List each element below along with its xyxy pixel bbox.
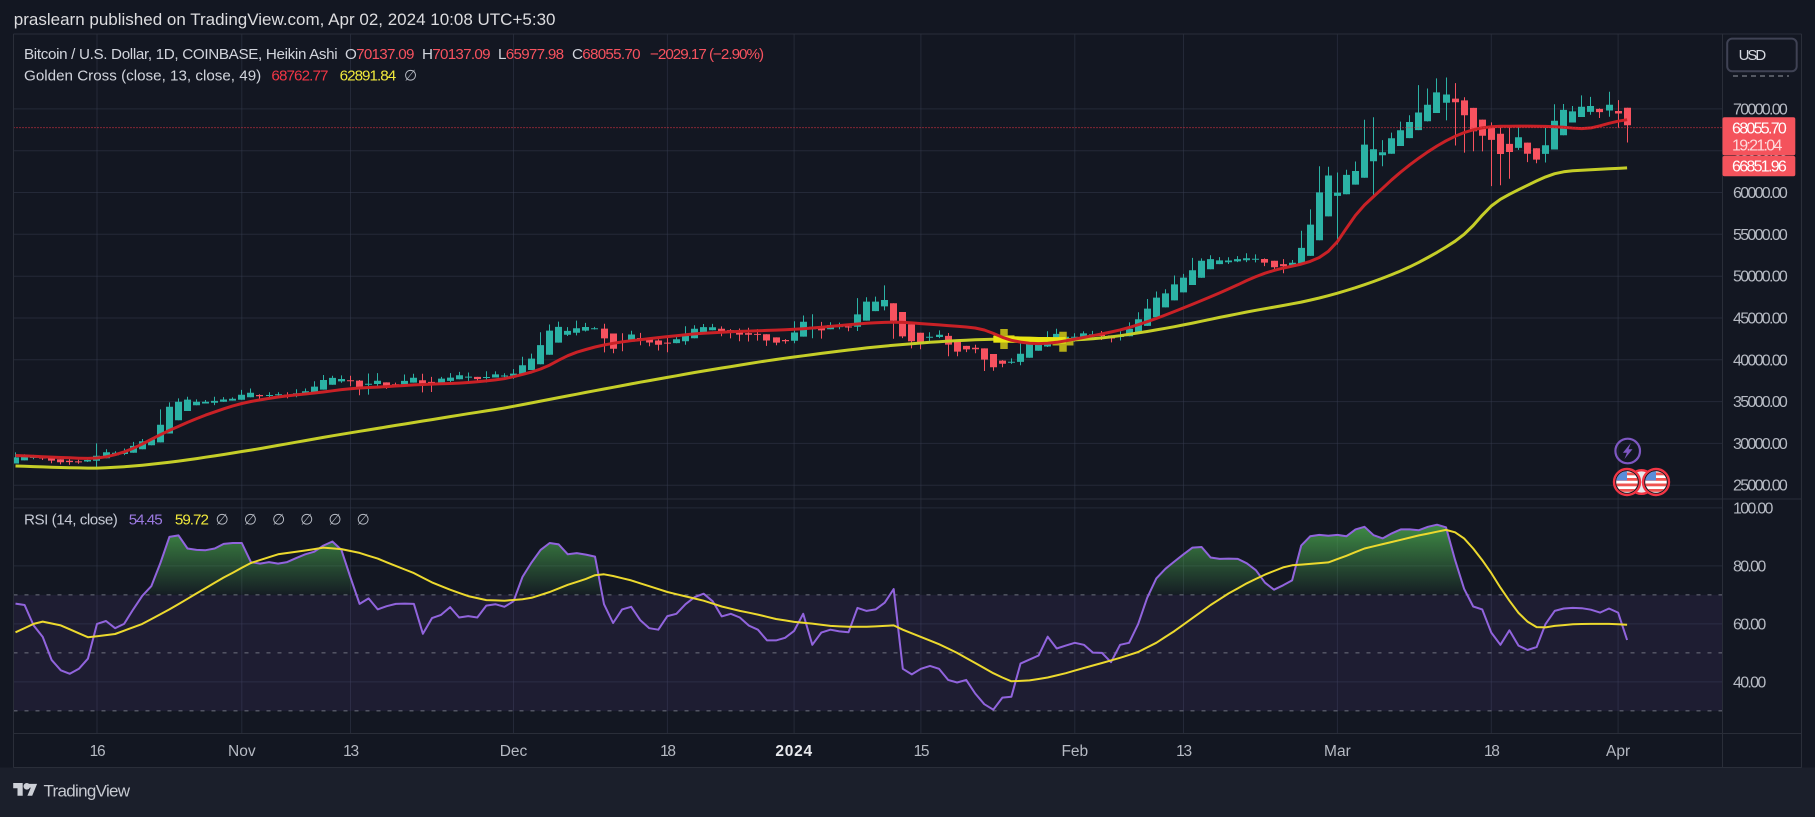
svg-text:∅: ∅ [404,68,417,85]
svg-text:C68055.70: C68055.70 [572,46,640,63]
svg-text:Dec: Dec [500,743,528,760]
svg-text:13: 13 [343,743,358,760]
svg-text:L65977.98: L65977.98 [498,46,564,63]
svg-text:∅: ∅ [328,512,341,529]
svg-text:∅: ∅ [300,512,313,529]
svg-text:H70137.09: H70137.09 [422,46,490,63]
svg-text:O70137.09: O70137.09 [345,46,414,63]
svg-text:16: 16 [90,743,105,760]
svg-text:66851.96: 66851.96 [1732,159,1787,176]
svg-text:55000.00: 55000.00 [1733,227,1788,244]
svg-text:18: 18 [1484,743,1499,760]
svg-text:∅: ∅ [357,512,370,529]
svg-text:Mar: Mar [1324,743,1351,760]
svg-text:∅: ∅ [216,512,229,529]
svg-text:TradingView: TradingView [44,782,131,801]
svg-text:80.00: 80.00 [1733,558,1766,575]
svg-text:∅: ∅ [272,512,285,529]
svg-text:25000.00: 25000.00 [1733,478,1788,495]
svg-text:RSI (14, close): RSI (14, close) [24,512,118,529]
svg-text:Bitcoin / U.S. Dollar, 1D, COI: Bitcoin / U.S. Dollar, 1D, COINBASE, Hei… [24,46,337,63]
svg-text:60.00: 60.00 [1733,616,1766,633]
svg-text:19:21:04: 19:21:04 [1732,137,1782,154]
svg-text:Feb: Feb [1061,743,1088,760]
svg-text:40.00: 40.00 [1733,674,1766,691]
svg-text:100.00: 100.00 [1733,500,1774,517]
svg-text:30000.00: 30000.00 [1733,436,1788,453]
svg-text:praslearn published on Trading: praslearn published on TradingView.com, … [14,10,556,29]
svg-text:35000.00: 35000.00 [1733,394,1788,411]
svg-text:62891.84: 62891.84 [340,68,396,85]
svg-text:54.45: 54.45 [129,512,163,529]
svg-text:59.72: 59.72 [175,512,209,529]
svg-text:13: 13 [1176,743,1191,760]
svg-text:68055.70: 68055.70 [1732,120,1787,137]
svg-text:70000.00: 70000.00 [1733,101,1788,118]
svg-text:50000.00: 50000.00 [1733,269,1788,286]
svg-text:40000.00: 40000.00 [1733,352,1788,369]
svg-text:Apr: Apr [1606,743,1630,760]
svg-text:60000.00: 60000.00 [1733,185,1788,202]
svg-text:15: 15 [914,743,929,760]
svg-text:USD: USD [1739,47,1767,64]
svg-text:−2029.17 (−2.90%): −2029.17 (−2.90%) [650,46,764,63]
svg-text:68762.77: 68762.77 [271,68,328,85]
svg-text:∅: ∅ [244,512,257,529]
svg-text:Golden Cross (close, 13, close: Golden Cross (close, 13, close, 49) [24,68,261,85]
svg-text:18: 18 [660,743,675,760]
svg-text:2024: 2024 [775,743,812,760]
svg-text:Nov: Nov [228,743,256,760]
svg-text:45000.00: 45000.00 [1733,311,1788,328]
